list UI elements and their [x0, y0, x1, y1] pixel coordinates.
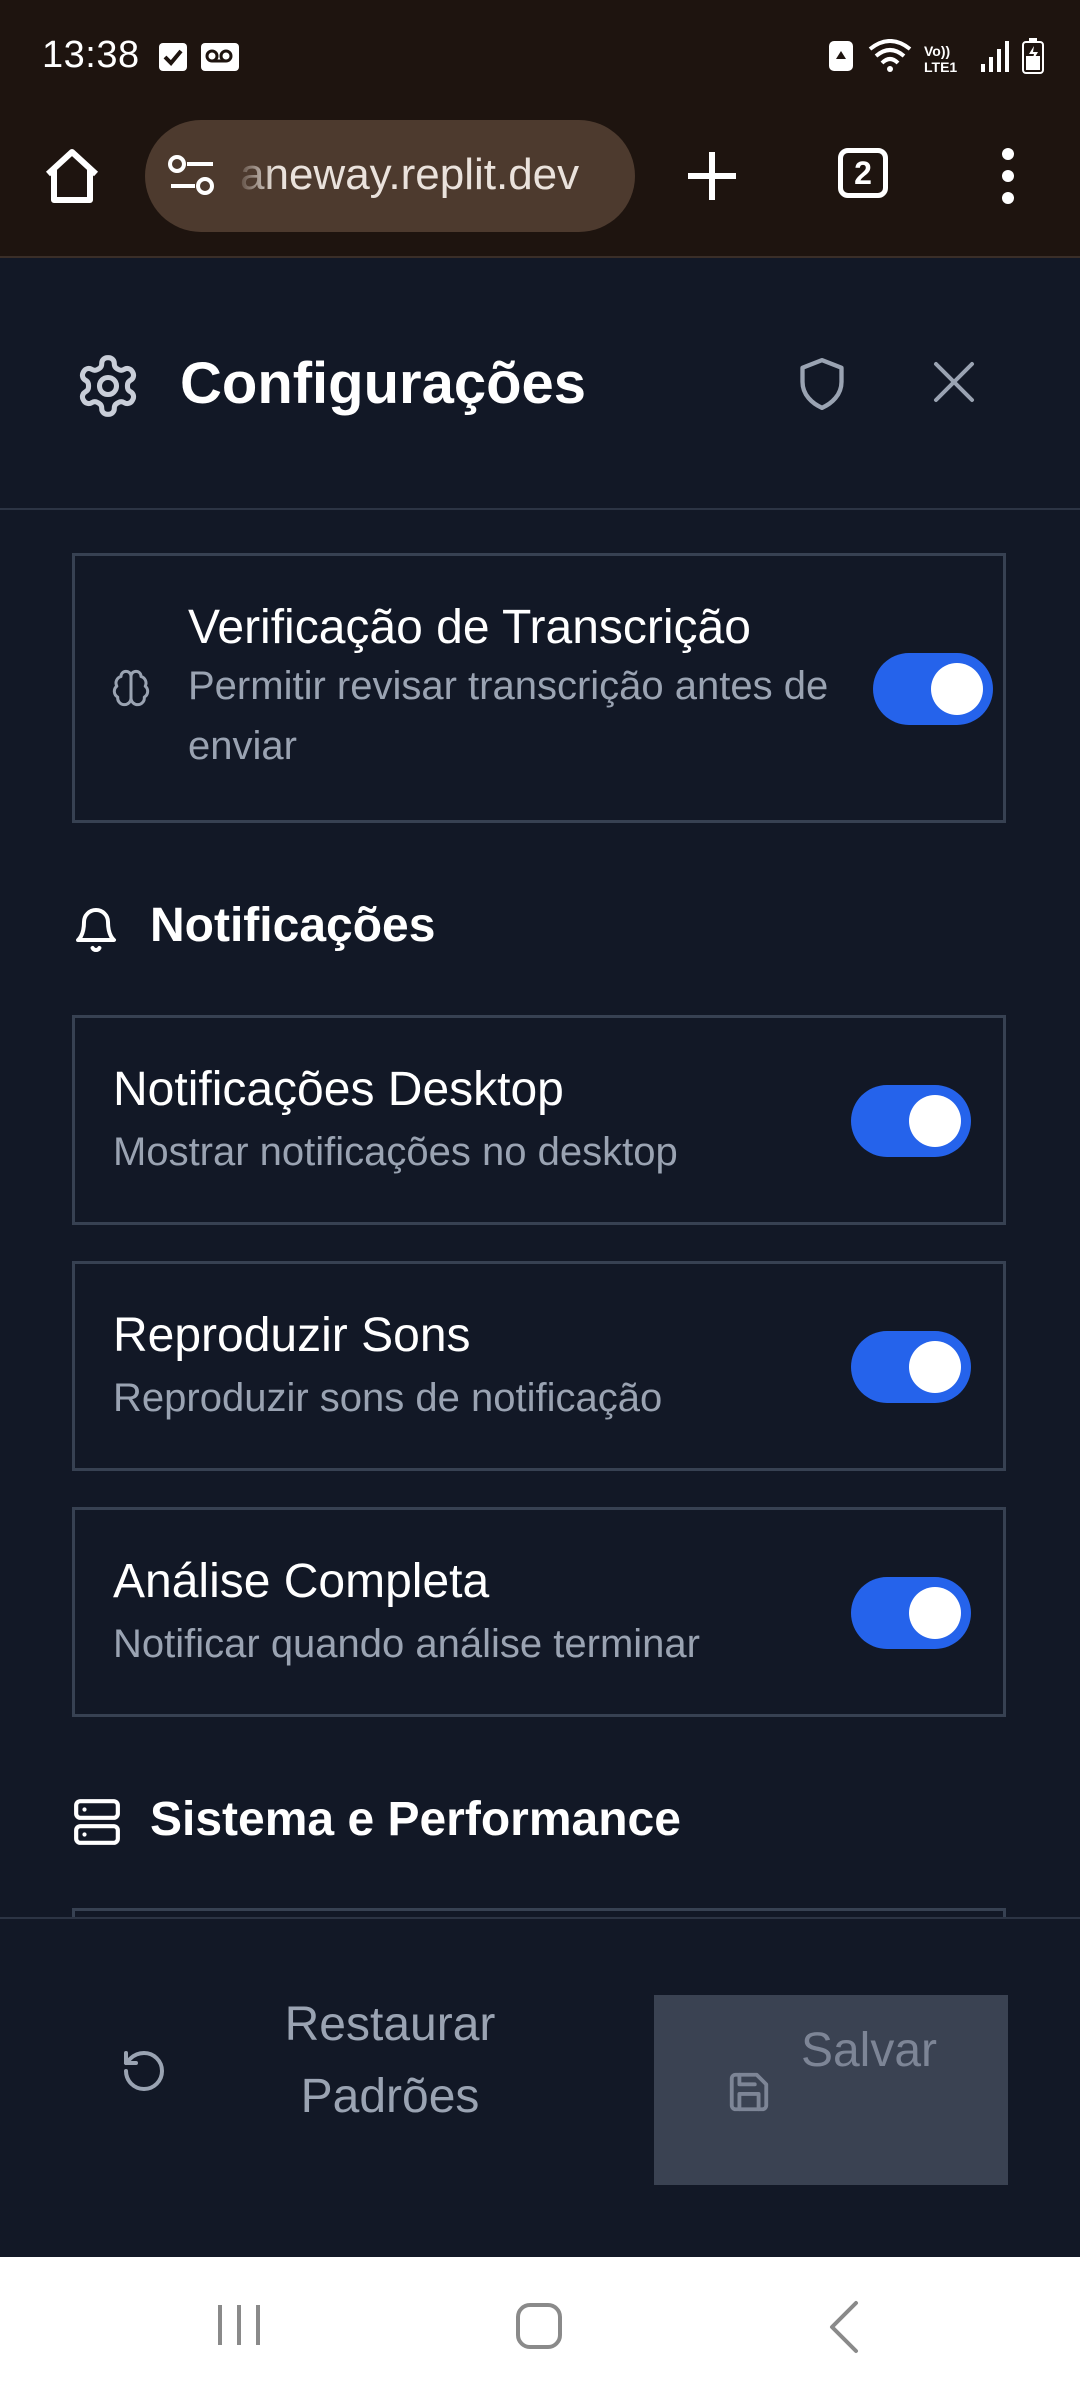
- desktop-notifications-toggle[interactable]: [851, 1085, 971, 1157]
- toggle-knob: [909, 1341, 961, 1393]
- settings-header: Configurações: [0, 258, 1080, 510]
- toggle-knob: [931, 663, 983, 715]
- url-fade: [235, 120, 275, 232]
- save-icon: [726, 2069, 772, 2115]
- home-icon[interactable]: [40, 144, 104, 208]
- recents-icon[interactable]: [214, 2301, 264, 2349]
- setting-title: Notificações Desktop: [113, 1063, 564, 1116]
- play-sounds-toggle[interactable]: [851, 1331, 971, 1403]
- section-title: Notificações: [150, 899, 436, 952]
- wifi-icon: [868, 39, 912, 78]
- address-bar[interactable]: aneway.replit.dev: [145, 120, 635, 232]
- close-icon[interactable]: [930, 358, 978, 406]
- settings-content[interactable]: Verificação de Transcrição Permitir revi…: [0, 510, 1080, 1917]
- shield-icon[interactable]: [796, 354, 848, 414]
- status-time: 13:38: [42, 34, 140, 76]
- home-nav-icon[interactable]: [514, 2301, 564, 2351]
- transcription-verification-card: Verificação de Transcrição Permitir revi…: [72, 553, 1006, 823]
- restore-defaults-button[interactable]: Restaurar Padrões: [90, 1969, 590, 2159]
- analysis-complete-card: Análise Completa Notificar quando anális…: [72, 1507, 1006, 1717]
- brain-icon: [111, 668, 151, 713]
- toggle-knob: [909, 1587, 961, 1639]
- setting-title: Análise Completa: [113, 1555, 490, 1608]
- volte-icon: Vo)) LTE1: [924, 43, 968, 75]
- setting-title: Verificação de Transcrição: [188, 601, 751, 654]
- signal-icon: [980, 40, 1010, 77]
- recycle-icon: [826, 39, 856, 78]
- url-text[interactable]: aneway.replit.dev: [240, 150, 579, 200]
- setting-description: Reproduzir sons de notificação: [113, 1376, 663, 1420]
- bell-icon: [72, 904, 120, 961]
- voicemail-icon: [200, 42, 240, 77]
- save-button[interactable]: Salvar: [654, 1995, 1008, 2185]
- gear-icon: [74, 352, 142, 420]
- system-nav-bar: [0, 2257, 1080, 2400]
- back-icon[interactable]: [826, 2299, 860, 2355]
- settings-footer: Restaurar Padrões Salvar: [0, 1917, 1080, 2259]
- analysis-complete-toggle[interactable]: [851, 1577, 971, 1649]
- setting-title: Reproduzir Sons: [113, 1309, 471, 1362]
- setting-description: Notificar quando análise terminar: [113, 1622, 700, 1666]
- toggle-knob: [909, 1095, 961, 1147]
- section-title: Sistema e Performance: [150, 1793, 681, 1846]
- battery-icon: [1022, 38, 1044, 79]
- more-menu-icon[interactable]: [1000, 146, 1016, 206]
- play-sounds-card: Reproduzir Sons Reproduzir sons de notif…: [72, 1261, 1006, 1471]
- status-bar: 13:38 Vo)) LTE1: [0, 0, 1080, 120]
- tab-switcher-button[interactable]: 2: [838, 148, 888, 198]
- setting-description: Permitir revisar transcrição antes de en…: [188, 664, 829, 768]
- volte-label: Vo)) LTE1: [924, 42, 958, 75]
- server-icon: [72, 1796, 122, 1853]
- transcription-verification-toggle[interactable]: [873, 653, 993, 725]
- browser-toolbar: aneway.replit.dev 2: [0, 120, 1080, 258]
- new-tab-icon[interactable]: [686, 150, 738, 202]
- rotate-ccw-icon: [120, 2047, 168, 2095]
- restore-defaults-label: Restaurar Padrões: [284, 1998, 496, 2123]
- system-setting-card: [72, 1908, 1006, 1917]
- desktop-notifications-card: Notificações Desktop Mostrar notificaçõe…: [72, 1015, 1006, 1225]
- page-title: Configurações: [180, 351, 587, 416]
- site-settings-icon[interactable]: [167, 154, 217, 203]
- save-label: Salvar: [800, 2024, 938, 2077]
- setting-description: Mostrar notificações no desktop: [113, 1130, 678, 1174]
- checkbox-notification-icon: [158, 42, 188, 77]
